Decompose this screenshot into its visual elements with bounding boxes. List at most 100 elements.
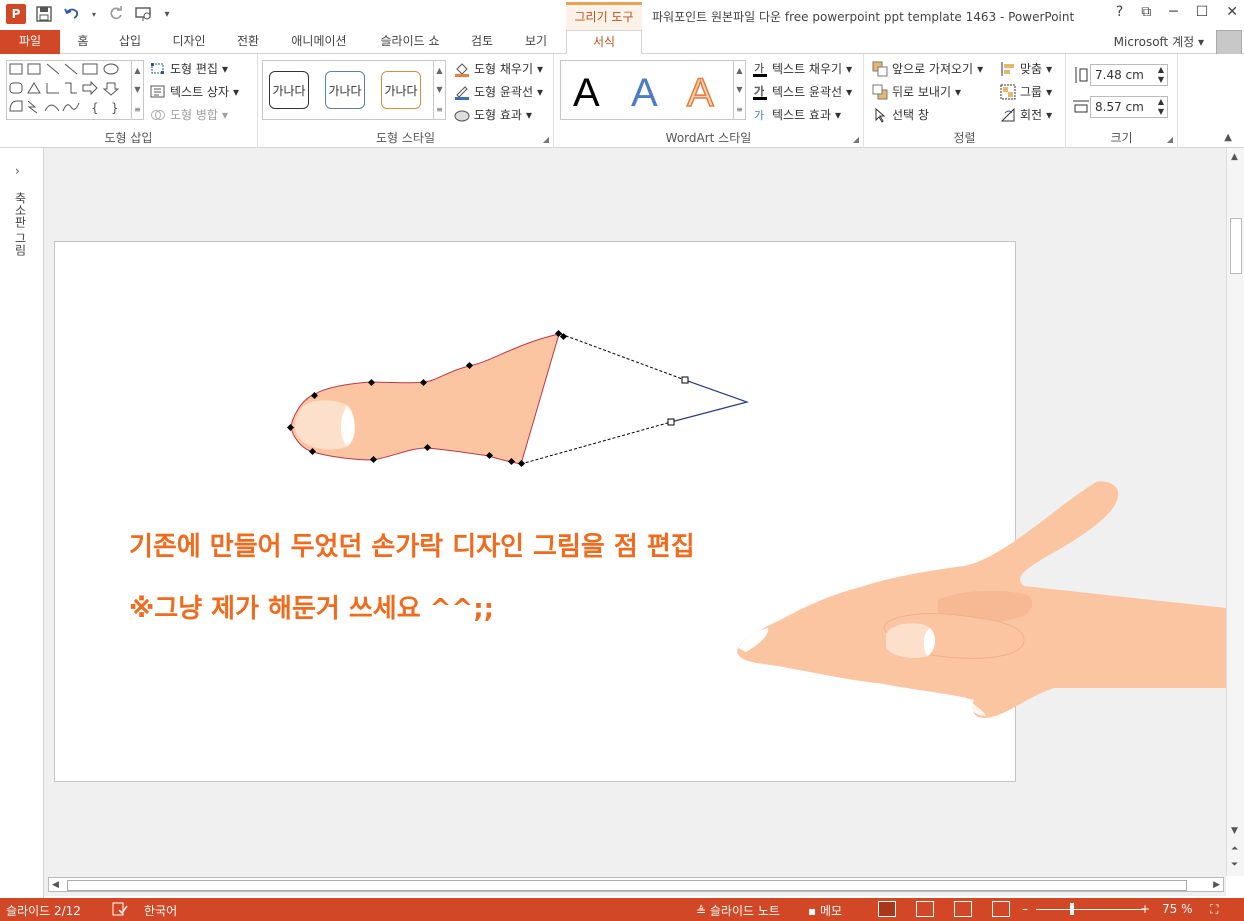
zoom-level[interactable]: 75 % [1162,902,1193,916]
wordart-gallery[interactable]: A A A ▲ ▼ ≡ [560,60,746,120]
text-effects-button[interactable]: 가 텍스트 효과 ▾ [752,106,841,123]
selection-pane-button[interactable]: 선택 창 [872,106,929,123]
send-backward-button[interactable]: 뒤로 보내기 ▾ [872,83,961,100]
tab-slideshow[interactable]: 슬라이드 쇼 [374,30,446,54]
text-fill-icon: 가 [753,62,767,77]
group-arrange: 앞으로 가져오기 ▾ 뒤로 보내기 ▾ 선택 창 맞춤 ▾ 그룹 ▾ 회전 ▾ [864,54,1066,148]
shape-width-input[interactable]: 8.57 cm ▲ ▼ [1090,96,1168,118]
tab-review[interactable]: 검토 [466,30,498,54]
tab-home[interactable]: 홈 [72,30,94,54]
edit-shape-button[interactable]: 도형 편집 ▾ [150,60,228,77]
shape-effects-button[interactable]: 도형 효과 ▾ [454,106,532,123]
customize-icon[interactable]: ▾ [162,4,172,24]
undo-icon[interactable] [62,4,82,24]
tab-file[interactable]: 파일 [0,30,60,54]
vertical-scrollbar[interactable]: ▲ ▼ ⏶ ⏷ [1226,148,1244,876]
hand-illustration[interactable] [724,478,1226,728]
reading-view-icon[interactable] [954,901,972,917]
tab-format[interactable]: 서식 [566,30,642,55]
shape-outline-button[interactable]: 도형 윤곽선 ▾ [454,83,543,100]
wordart-style-orange-outline[interactable]: A [686,70,714,116]
drawing-tools-context-group: 그리기 도구 [566,2,642,30]
tab-transitions[interactable]: 전환 [230,30,266,54]
close-button[interactable]: ✕ [1226,4,1238,20]
scroll-right-icon[interactable]: ▶ [1213,880,1220,890]
slide-sorter-view-icon[interactable] [916,901,934,917]
group-button[interactable]: 그룹 ▾ [1000,83,1052,100]
chevron-down-icon[interactable]: ▾ [90,4,98,24]
account-label[interactable]: Microsoft 계정 ▾ [1114,33,1204,50]
text-outline-button[interactable]: 가 텍스트 윤곽선 ▾ [752,83,852,100]
wordart-style-black[interactable]: A [573,71,600,116]
avatar[interactable] [1216,30,1242,56]
tab-animations[interactable]: 애니메이션 [284,30,354,54]
scroll-up-icon[interactable]: ▲ [1231,152,1238,162]
zoom-slider-thumb[interactable] [1070,903,1074,915]
zoom-slider[interactable] [1036,909,1146,910]
horizontal-scrollbar[interactable]: ◀ ▶ [44,876,1226,896]
selection-pane-icon [875,107,886,123]
horizontal-scroll-thumb[interactable] [67,880,1187,891]
previous-slide-icon[interactable]: ⏶ [1231,844,1238,854]
save-icon[interactable] [34,4,54,24]
shape-height-input[interactable]: 7.48 cm ▲ ▼ [1090,64,1168,86]
shape-style-preview[interactable]: 가나다 [269,71,309,109]
redo-icon[interactable] [106,4,126,24]
shape-gallery-scroll[interactable]: ▲ ▼ ≡ [131,61,143,119]
group-shape-styles: 가나다 가나다 가나다 ▲ ▼ ≡ 도형 채우기 ▾ 도형 윤곽선 ▾ 도형 효과 … [258,54,554,148]
collapse-ribbon-icon[interactable]: ▲ [1224,132,1232,143]
text-box-button[interactable]: 텍스트 상자 ▾ [150,83,239,100]
slide-number-status[interactable]: 슬라이드 2/12 [6,902,81,919]
normal-view-icon[interactable] [878,901,896,917]
maximize-button[interactable]: ☐ [1196,4,1209,20]
slide-instruction-text[interactable]: 기존에 만들어 두었던 손가락 디자인 그림을 점 편집 [129,526,695,563]
dialog-launcher-icon[interactable]: ◢ [853,135,859,144]
fit-slide-icon[interactable]: ⛶ [1210,902,1218,917]
help-button[interactable]: ? [1116,4,1123,20]
ribbon: {} ▲▼≡ 도형 편집 ▾ 텍스트 상자 ▾ 도형 병합 ▾ 도형 삽입 [0,54,1244,148]
language-status[interactable]: 한국어 [144,902,177,919]
comments-button[interactable]: ▪ 메모 [808,902,842,919]
horizontal-scroll-track[interactable]: ◀ ▶ [48,877,1224,892]
align-button[interactable]: 맞춤 ▾ [1000,60,1052,77]
wordart-style-blue[interactable]: A [631,71,658,116]
wordart-gallery-scroll[interactable]: ▲ ▼ ≡ [733,61,745,119]
minimize-button[interactable]: ─ [1169,4,1177,20]
scroll-down-icon[interactable]: ▼ [1231,826,1238,836]
dialog-launcher-icon[interactable]: ◢ [1167,135,1173,144]
zoom-out-button[interactable]: – [1022,902,1028,916]
tab-view[interactable]: 보기 [518,30,554,54]
svg-text:가: 가 [754,109,764,122]
svg-text:{: { [91,101,99,115]
spell-check-icon[interactable] [112,902,128,919]
text-fill-button[interactable]: 가 텍스트 채우기 ▾ [752,60,852,77]
slideshow-view-icon[interactable] [992,901,1010,917]
thumbnail-pane-collapsed[interactable]: › 축소판 그림 [0,148,44,898]
shape-style-preview[interactable]: 가나다 [325,71,365,109]
group-label-shape-styles: 도형 스타일 [375,131,435,145]
scroll-left-icon[interactable]: ◀ [52,880,59,890]
bring-forward-button[interactable]: 앞으로 가져오기 ▾ [872,60,983,77]
shape-style-gallery[interactable]: 가나다 가나다 가나다 ▲ ▼ ≡ [262,60,446,120]
slide-editing-area: 기존에 만들어 두었던 손가락 디자인 그림을 점 편집 ※그냥 제가 해둔거 … [44,148,1226,876]
tab-insert[interactable]: 삽입 [114,30,146,54]
dialog-launcher-icon[interactable]: ◢ [543,135,549,144]
ribbon-display-options-button[interactable]: ⧉ [1141,4,1151,20]
rotate-button[interactable]: 회전 ▾ [1000,106,1052,123]
zoom-in-button[interactable]: + [1140,902,1150,916]
height-icon [1072,66,1088,84]
shape-style-preview[interactable]: 가나다 [381,71,421,109]
next-slide-icon[interactable]: ⏷ [1231,860,1238,870]
vertical-scroll-thumb[interactable] [1230,218,1242,274]
slide-note-text[interactable]: ※그냥 제가 해둔거 쓰세요 ^^;; [129,588,494,625]
shape-style-gallery-scroll[interactable]: ▲ ▼ ≡ [433,61,445,119]
merge-shapes-button[interactable]: 도형 병합 ▾ [150,106,228,123]
chevron-right-icon[interactable]: › [15,164,20,178]
shape-gallery[interactable]: {} ▲ ▼ ≡ [6,60,144,120]
notes-button[interactable]: ≜ 슬라이드 노트 [696,902,780,919]
shape-fill-button[interactable]: 도형 채우기 ▾ [454,60,543,77]
text-outline-icon: 가 [753,84,767,100]
present-icon[interactable] [134,4,154,24]
document-title: 파워포인트 원본파일 다운 free powerpoint ppt templa… [652,10,1075,24]
tab-design[interactable]: 디자인 [166,30,212,54]
